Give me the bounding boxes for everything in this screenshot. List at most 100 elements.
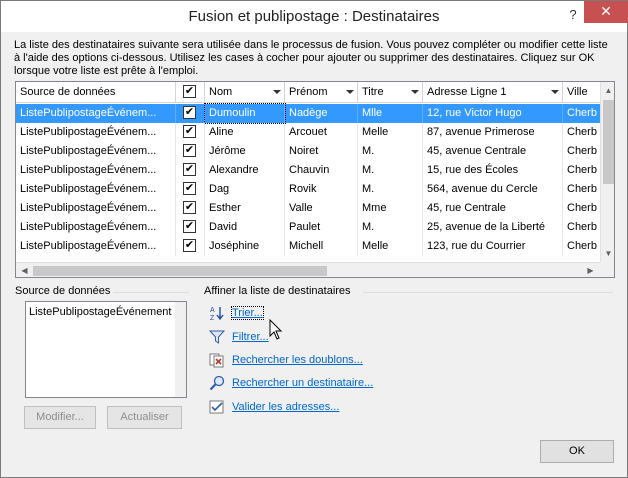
table-row[interactable]: ListePublipostageÉvénem... ✔ Aline Arcouet M… bbox=[16, 123, 603, 142]
title-bar: Fusion et publipostage : Destinataires ?… bbox=[1, 1, 628, 32]
column-header-select-all[interactable]: ✔ bbox=[176, 82, 205, 103]
cell-ville: Cherb bbox=[563, 180, 603, 199]
refresh-button[interactable]: Actualiser bbox=[107, 406, 182, 429]
recipients-table: Source de données ✔ Nom Prénom Titre Adr… bbox=[15, 81, 615, 278]
ok-button[interactable]: OK bbox=[540, 440, 614, 463]
cell-ville: Cherb bbox=[563, 104, 603, 123]
scroll-down-icon[interactable]: ▼ bbox=[601, 246, 614, 261]
cell-prenom: Paulet bbox=[285, 218, 358, 237]
validate-addresses-icon[interactable] bbox=[209, 399, 225, 415]
datasource-listbox[interactable]: ListePublipostageÉvénement bbox=[25, 301, 187, 398]
cell-source: ListePublipostageÉvénem... bbox=[16, 104, 176, 123]
listbox-scrollbar[interactable] bbox=[175, 302, 186, 397]
modify-button[interactable]: Modifier... bbox=[24, 406, 96, 429]
chevron-down-icon[interactable] bbox=[346, 90, 354, 94]
include-checkbox[interactable]: ✔ bbox=[183, 239, 196, 252]
table-header: Source de données ✔ Nom Prénom Titre Adr… bbox=[16, 82, 603, 103]
column-header-titre-label: Titre bbox=[362, 86, 384, 98]
cell-adresse: 45, rue Centrale bbox=[423, 199, 563, 218]
horizontal-scroll-thumb[interactable] bbox=[33, 266, 327, 276]
cell-nom: David bbox=[205, 218, 285, 237]
table-row[interactable]: ListePublipostageÉvénem... ✔ David Paulet M.… bbox=[16, 218, 603, 237]
cell-source: ListePublipostageÉvénem... bbox=[16, 237, 176, 256]
cell-titre: Melle bbox=[358, 237, 423, 256]
refine-label: Affiner la liste de destinataires bbox=[204, 285, 351, 297]
include-checkbox[interactable]: ✔ bbox=[183, 144, 196, 157]
refine-link[interactable]: Valider les adresses... bbox=[232, 401, 339, 413]
dialog-title: Fusion et publipostage : Destinataires bbox=[188, 8, 440, 25]
cell-titre: Melle bbox=[358, 123, 423, 142]
refine-link[interactable]: Filtrer... bbox=[232, 331, 269, 343]
instructions-text: La liste des destinataires suivante sera… bbox=[14, 39, 608, 77]
include-checkbox[interactable]: ✔ bbox=[183, 106, 196, 119]
scroll-right-icon[interactable]: ▶ bbox=[583, 263, 598, 277]
cell-adresse: 564, avenue du Cercle bbox=[423, 180, 563, 199]
datasource-divider bbox=[113, 292, 189, 293]
refine-link[interactable]: Trier... bbox=[231, 306, 264, 320]
vertical-scroll-thumb[interactable] bbox=[603, 100, 614, 184]
svg-text:Z: Z bbox=[210, 315, 215, 321]
column-header-prenom[interactable]: Prénom bbox=[285, 82, 358, 103]
column-header-source-label: Source de données bbox=[20, 86, 116, 98]
table-row[interactable]: ListePublipostageÉvénem... ✔ Joséphine Mich… bbox=[16, 237, 603, 256]
cell-prenom: Noiret bbox=[285, 142, 358, 161]
include-cell: ✔ bbox=[176, 199, 205, 218]
scroll-left-icon[interactable]: ◀ bbox=[17, 263, 32, 277]
cell-titre: Mlle bbox=[358, 104, 423, 123]
select-all-checkbox[interactable]: ✔ bbox=[183, 85, 196, 98]
column-header-nom-label: Nom bbox=[209, 86, 233, 98]
cell-source: ListePublipostageÉvénem... bbox=[16, 142, 176, 161]
include-cell: ✔ bbox=[176, 123, 205, 142]
scroll-up-icon[interactable]: ▲ bbox=[601, 83, 614, 98]
include-checkbox[interactable]: ✔ bbox=[183, 201, 196, 214]
table-row[interactable]: ListePublipostageÉvénem... ✔ Dumoulin Nadèg… bbox=[16, 103, 603, 124]
column-header-ville-label: Ville bbox=[567, 86, 588, 98]
column-header-nom[interactable]: Nom bbox=[205, 82, 285, 103]
scrollbar-corner bbox=[600, 262, 614, 277]
cell-source: ListePublipostageÉvénem... bbox=[16, 199, 176, 218]
include-checkbox[interactable]: ✔ bbox=[183, 163, 196, 176]
chevron-down-icon[interactable] bbox=[273, 90, 281, 94]
cell-nom: Dag bbox=[205, 180, 285, 199]
table-row[interactable]: ListePublipostageÉvénem... ✔ Jérôme Noiret M… bbox=[16, 142, 603, 161]
cell-prenom: Michell bbox=[285, 237, 358, 256]
column-header-titre[interactable]: Titre bbox=[358, 82, 423, 103]
horizontal-scrollbar[interactable]: ◀ ▶ bbox=[16, 262, 600, 277]
cell-nom: Alexandre bbox=[205, 161, 285, 180]
cell-nom: Esther bbox=[205, 199, 285, 218]
table-row[interactable]: ListePublipostageÉvénem... ✔ Esther Valle Mm… bbox=[16, 199, 603, 218]
cell-ville: Cherb bbox=[563, 199, 603, 218]
cell-nom: Joséphine bbox=[205, 237, 285, 256]
close-button[interactable]: ✕ bbox=[584, 1, 628, 23]
include-cell: ✔ bbox=[176, 237, 205, 256]
duplicates-icon[interactable] bbox=[209, 352, 225, 368]
refine-divider bbox=[363, 292, 613, 293]
cell-prenom: Rovik bbox=[285, 180, 358, 199]
cell-titre: M. bbox=[358, 180, 423, 199]
help-button[interactable]: ? bbox=[563, 5, 583, 25]
include-checkbox[interactable]: ✔ bbox=[183, 182, 196, 195]
table-row[interactable]: ListePublipostageÉvénem... ✔ Alexandre Chau… bbox=[16, 161, 603, 180]
datasource-list-item[interactable]: ListePublipostageÉvénement bbox=[29, 306, 171, 318]
chevron-down-icon[interactable] bbox=[551, 90, 559, 94]
cell-prenom: Chauvin bbox=[285, 161, 358, 180]
include-checkbox[interactable]: ✔ bbox=[183, 125, 196, 138]
include-cell: ✔ bbox=[176, 218, 205, 237]
mouse-cursor-icon bbox=[269, 319, 283, 340]
include-checkbox[interactable]: ✔ bbox=[183, 220, 196, 233]
cell-titre: M. bbox=[358, 142, 423, 161]
cell-titre: M. bbox=[358, 161, 423, 180]
column-header-ville[interactable]: Ville bbox=[563, 82, 603, 103]
refine-link[interactable]: Rechercher les doublons... bbox=[232, 354, 363, 366]
column-header-adresse[interactable]: Adresse Ligne 1 bbox=[423, 82, 563, 103]
cell-adresse: 45, avenue Centrale bbox=[423, 142, 563, 161]
find-recipient-icon[interactable] bbox=[209, 375, 225, 391]
sort-az-icon[interactable]: AZ bbox=[209, 305, 225, 322]
refine-link[interactable]: Rechercher un destinataire... bbox=[232, 377, 373, 389]
cell-prenom: Arcouet bbox=[285, 123, 358, 142]
filter-icon[interactable] bbox=[208, 329, 226, 345]
table-row[interactable]: ListePublipostageÉvénem... ✔ Dag Rovik M. 564… bbox=[16, 180, 603, 199]
vertical-scrollbar[interactable]: ▲ ▼ bbox=[600, 82, 614, 262]
column-header-source[interactable]: Source de données bbox=[16, 82, 176, 103]
chevron-down-icon[interactable] bbox=[411, 90, 419, 94]
